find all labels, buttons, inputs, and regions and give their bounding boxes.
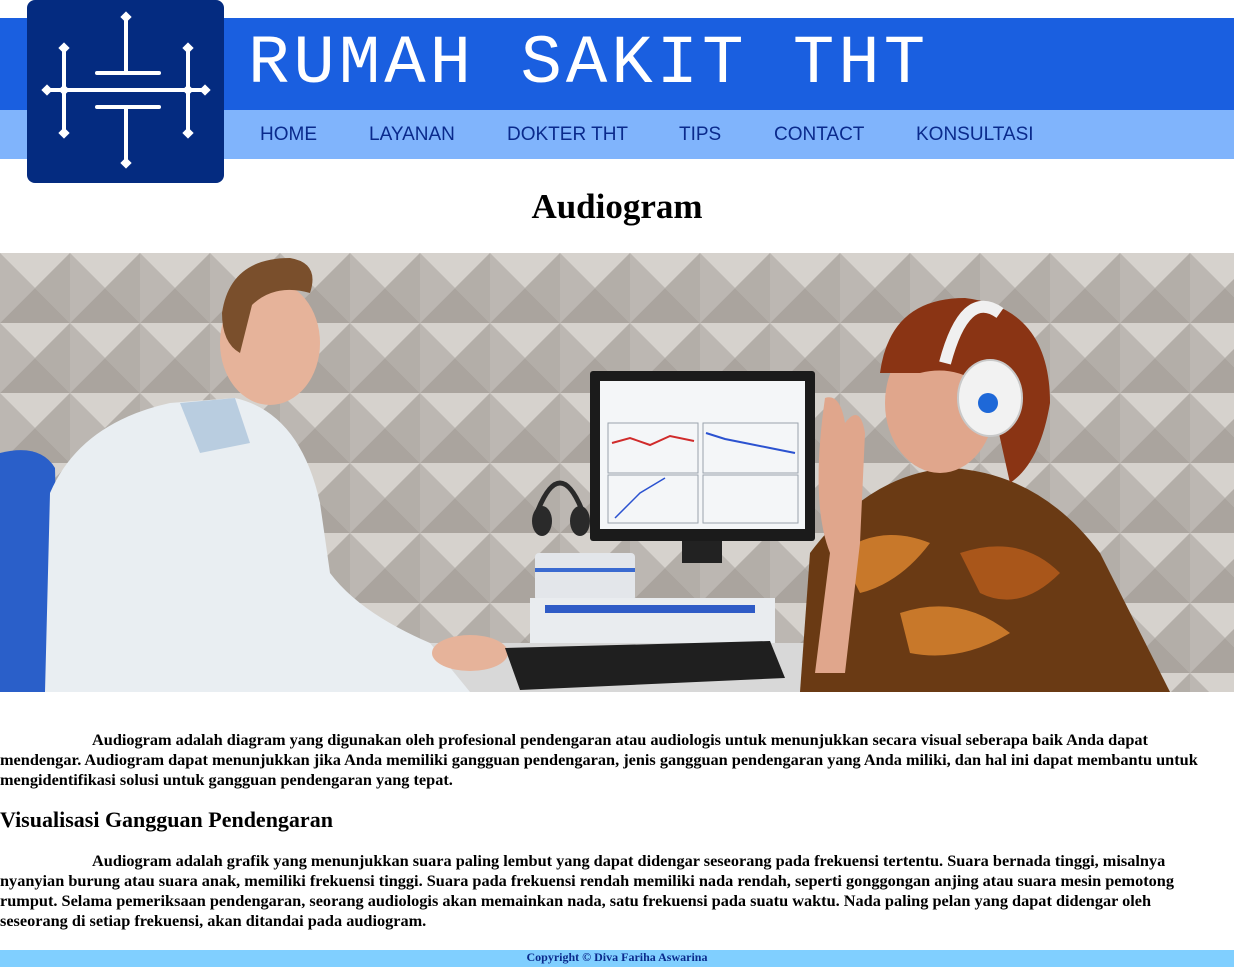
section-paragraph: Audiogram adalah grafik yang menunjukkan… — [0, 851, 1174, 930]
copyright-text: Copyright © Diva Fariha Aswarina — [526, 950, 708, 964]
nav-home[interactable]: HOME — [260, 110, 317, 159]
intro-paragraph: Audiogram adalah diagram yang digunakan … — [0, 730, 1198, 789]
nav-tips[interactable]: TIPS — [679, 110, 721, 159]
section-heading: Visualisasi Gangguan Pendengaran — [0, 807, 333, 832]
nav-contact[interactable]: CONTACT — [774, 110, 864, 159]
nav-layanan[interactable]: LAYANAN — [369, 110, 455, 159]
nav-konsultasi[interactable]: KONSULTASI — [916, 110, 1034, 159]
main-nav: HOME LAYANAN DOKTER THT TIPS CONTACT KON… — [0, 110, 1234, 159]
site-title: RUMAH SAKIT THT — [248, 25, 930, 103]
footer: Copyright © Diva Fariha Aswarina — [0, 950, 1234, 967]
page-title: Audiogram — [531, 187, 703, 226]
hero-image — [0, 253, 1234, 692]
nav-dokter-tht[interactable]: DOKTER THT — [507, 110, 628, 159]
photo-audiologist-hearing-test — [0, 253, 1234, 692]
